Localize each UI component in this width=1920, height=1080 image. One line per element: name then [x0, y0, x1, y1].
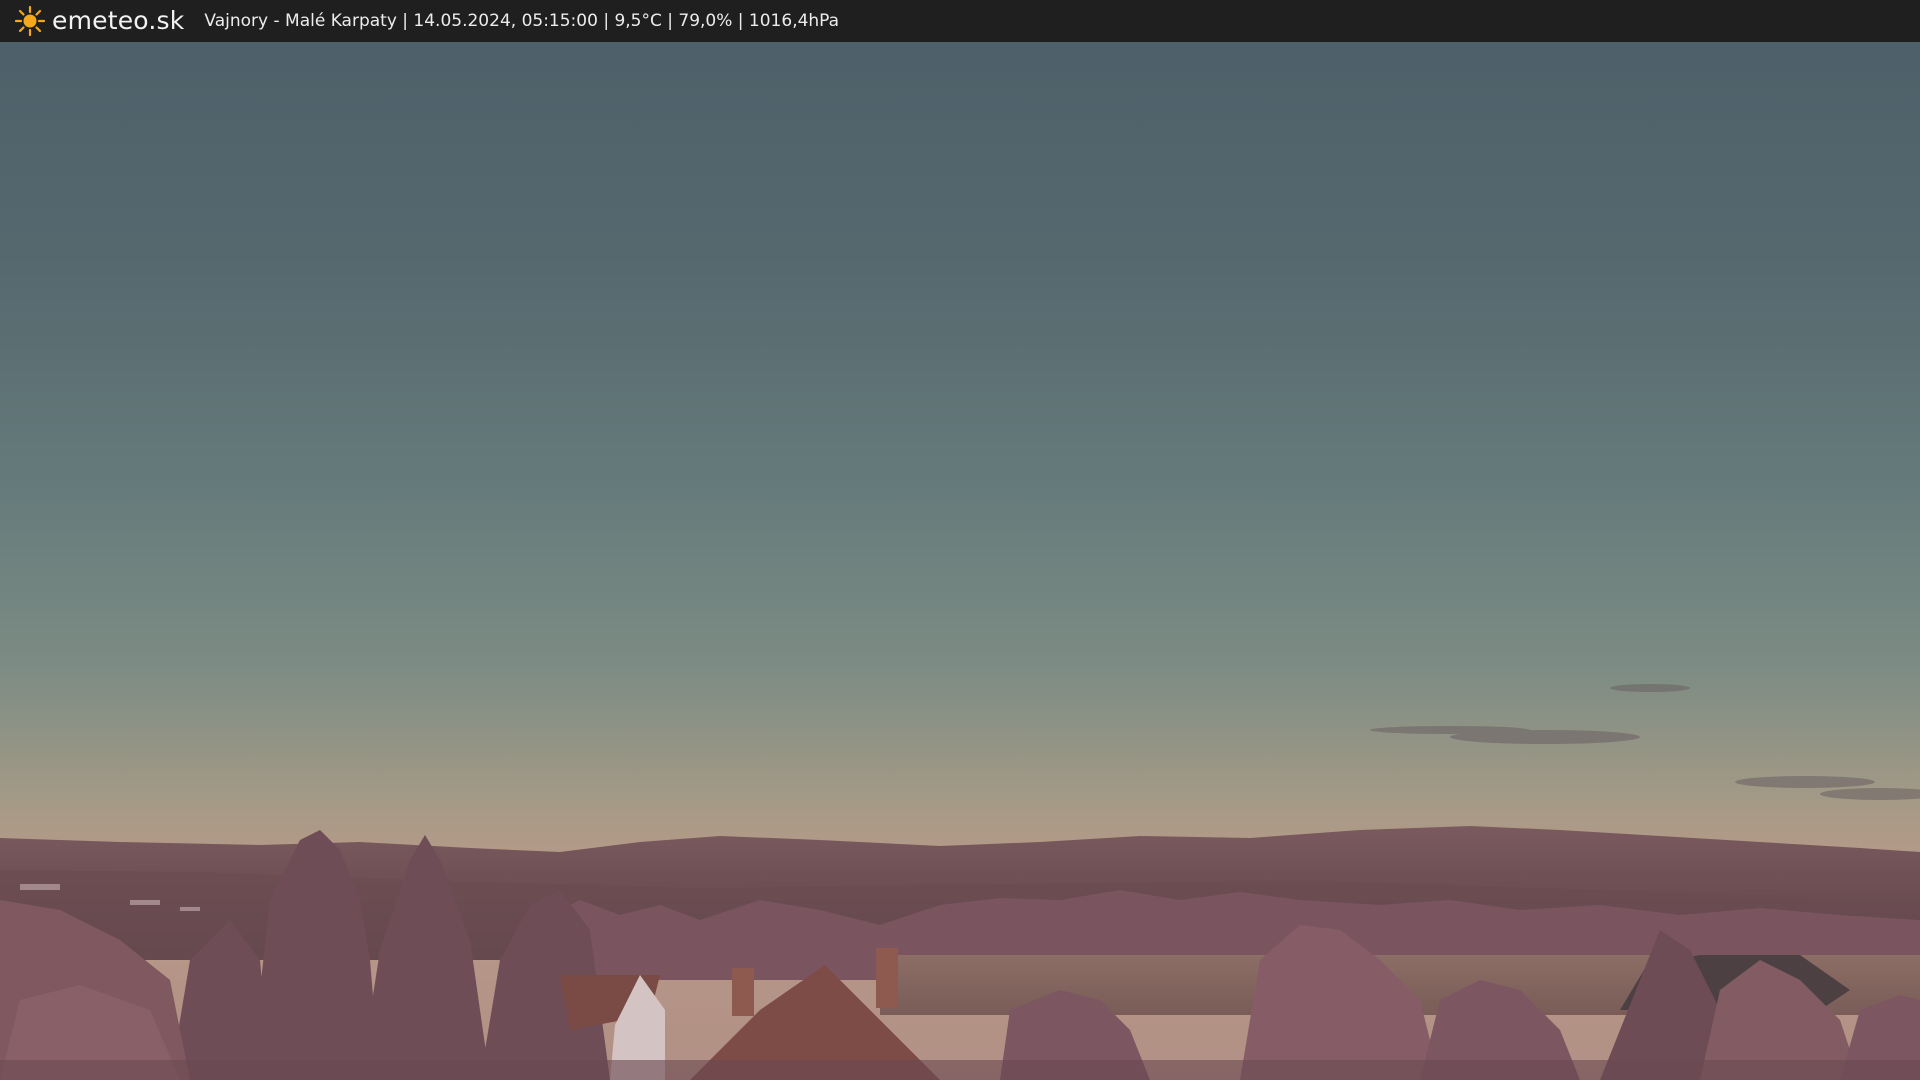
sun-icon [14, 5, 46, 37]
webcam-image [0, 0, 1920, 1080]
webcam-frame: emeteo.sk Vajnory - Malé Karpaty | 14.05… [0, 0, 1920, 1080]
brand-name: emeteo.sk [52, 6, 185, 35]
webcam-caption: Vajnory - Malé Karpaty | 14.05.2024, 05:… [204, 11, 840, 31]
brand[interactable]: emeteo.sk [14, 0, 184, 42]
top-bar: emeteo.sk Vajnory - Malé Karpaty | 14.05… [0, 0, 1920, 42]
